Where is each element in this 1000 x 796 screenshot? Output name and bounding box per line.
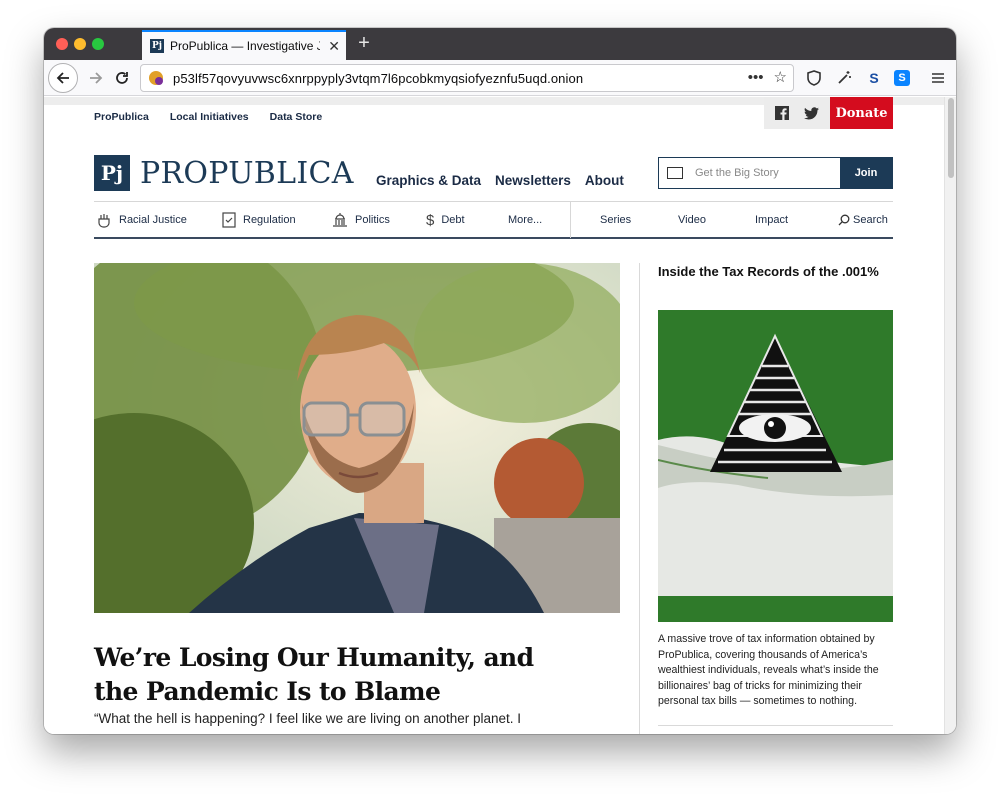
section-label: Regulation <box>243 214 296 226</box>
page-scrollbar[interactable] <box>944 97 956 734</box>
checklist-icon <box>222 212 236 228</box>
search-icon <box>838 214 850 226</box>
section-label: Series <box>600 214 632 226</box>
forward-button[interactable] <box>82 64 110 92</box>
fist-icon <box>98 214 110 228</box>
section-label: Racial Justice <box>119 214 187 226</box>
hamburger-menu-icon[interactable] <box>928 68 948 88</box>
all-seeing-eye-icon <box>658 310 893 622</box>
primary-nav: Graphics & Data Newsletters About <box>376 173 624 188</box>
bookmark-star-icon[interactable]: ☆ <box>774 68 787 86</box>
logo-wordmark: PROPUBLICA <box>140 155 354 191</box>
tab-title: ProPublica — Investigative Jour <box>170 39 320 53</box>
facebook-icon[interactable] <box>775 106 790 120</box>
article-headline[interactable]: We’re Losing Our Humanity, and the Pande… <box>94 641 574 709</box>
new-tab-button[interactable]: + <box>352 32 376 56</box>
utility-nav: ProPublica Local Initiatives Data Store <box>94 111 322 123</box>
reload-icon <box>116 72 128 84</box>
capitol-icon <box>333 213 347 227</box>
extension-skype-icon[interactable]: S <box>892 68 912 88</box>
nav-newsletters[interactable]: Newsletters <box>495 173 571 188</box>
dollar-icon: $ <box>426 211 435 229</box>
site-logo[interactable]: Pj PROPUBLICA <box>94 155 354 191</box>
article-dek: “What the hell is happening? I feel like… <box>94 711 522 726</box>
util-link-local-initiatives[interactable]: Local Initiatives <box>170 111 249 123</box>
close-window-button[interactable] <box>56 38 68 50</box>
section-impact[interactable]: Impact <box>755 202 788 238</box>
section-politics[interactable]: Politics <box>332 202 390 238</box>
search-button[interactable]: Search <box>838 202 888 238</box>
section-divider <box>570 202 571 238</box>
logo-mark: Pj <box>94 155 130 191</box>
browser-window: Pj ProPublica — Investigative Jour ✕ + p… <box>44 28 956 734</box>
twitter-icon[interactable] <box>803 106 819 120</box>
tab-favicon-icon: Pj <box>150 39 164 53</box>
util-link-propublica[interactable]: ProPublica <box>94 111 149 123</box>
url-text: p53lf57qovyuvwsc6xnrppyply3vtqm7l6pcobkm… <box>173 70 584 86</box>
section-video[interactable]: Video <box>678 202 706 238</box>
section-nav: Racial Justice Regulation Politics $ Deb… <box>94 201 893 239</box>
section-more[interactable]: More... <box>508 202 542 238</box>
section-label: Politics <box>355 214 390 226</box>
newsletter-signup: Get the Big Story Join <box>658 157 893 189</box>
navigation-toolbar: p53lf57qovyuvwsc6xnrppyply3vtqm7l6pcobkm… <box>44 60 956 96</box>
reload-button[interactable] <box>108 64 136 92</box>
section-label: Debt <box>441 214 465 226</box>
page-actions-icon[interactable]: ••• <box>748 69 764 86</box>
donate-button[interactable]: Donate <box>830 97 893 129</box>
tab-bar: Pj ProPublica — Investigative Jour ✕ + <box>44 28 956 60</box>
section-label: More... <box>508 214 543 226</box>
web-page: ProPublica Local Initiatives Data Store … <box>44 97 956 734</box>
nav-graphics-data[interactable]: Graphics & Data <box>376 173 481 188</box>
portrait-photo <box>94 263 620 613</box>
hero-photo[interactable] <box>94 263 620 613</box>
section-debt[interactable]: $ Debt <box>426 202 465 238</box>
social-links <box>764 97 830 129</box>
scrollbar-thumb[interactable] <box>948 98 954 178</box>
zoom-window-button[interactable] <box>92 38 104 50</box>
eye-pyramid-illustration[interactable] <box>658 310 893 622</box>
onion-site-icon <box>149 71 163 85</box>
section-label: Impact <box>755 214 789 226</box>
sidebar-summary: A massive trove of tax information obtai… <box>658 633 879 707</box>
column-divider <box>639 263 640 734</box>
section-regulation[interactable]: Regulation <box>222 202 296 238</box>
extension-s-icon[interactable]: S <box>864 68 884 88</box>
section-label: Video <box>678 214 706 226</box>
section-series[interactable]: Series <box>600 202 631 238</box>
tab-close-icon[interactable]: ✕ <box>328 38 340 55</box>
section-label: Search <box>853 214 888 226</box>
email-field[interactable]: Get the Big Story <box>659 158 840 188</box>
join-button[interactable]: Join <box>840 158 892 188</box>
util-link-data-store[interactable]: Data Store <box>270 111 323 123</box>
sidebar-rule <box>658 725 893 726</box>
envelope-plus-icon <box>667 167 683 179</box>
shield-icon[interactable] <box>804 68 824 88</box>
arrow-right-icon <box>90 72 103 84</box>
email-placeholder: Get the Big Story <box>695 167 779 179</box>
browser-tab-active[interactable]: Pj ProPublica — Investigative Jour ✕ <box>142 30 346 60</box>
section-racial-justice[interactable]: Racial Justice <box>96 202 187 238</box>
nav-about[interactable]: About <box>585 173 624 188</box>
arrow-left-icon <box>56 72 69 84</box>
address-bar[interactable]: p53lf57qovyuvwsc6xnrppyply3vtqm7l6pcobkm… <box>140 64 794 92</box>
sidebar-title[interactable]: Inside the Tax Records of the .001% <box>658 263 893 280</box>
magic-wand-icon[interactable] <box>834 68 854 88</box>
back-button[interactable] <box>48 63 78 93</box>
minimize-window-button[interactable] <box>74 38 86 50</box>
